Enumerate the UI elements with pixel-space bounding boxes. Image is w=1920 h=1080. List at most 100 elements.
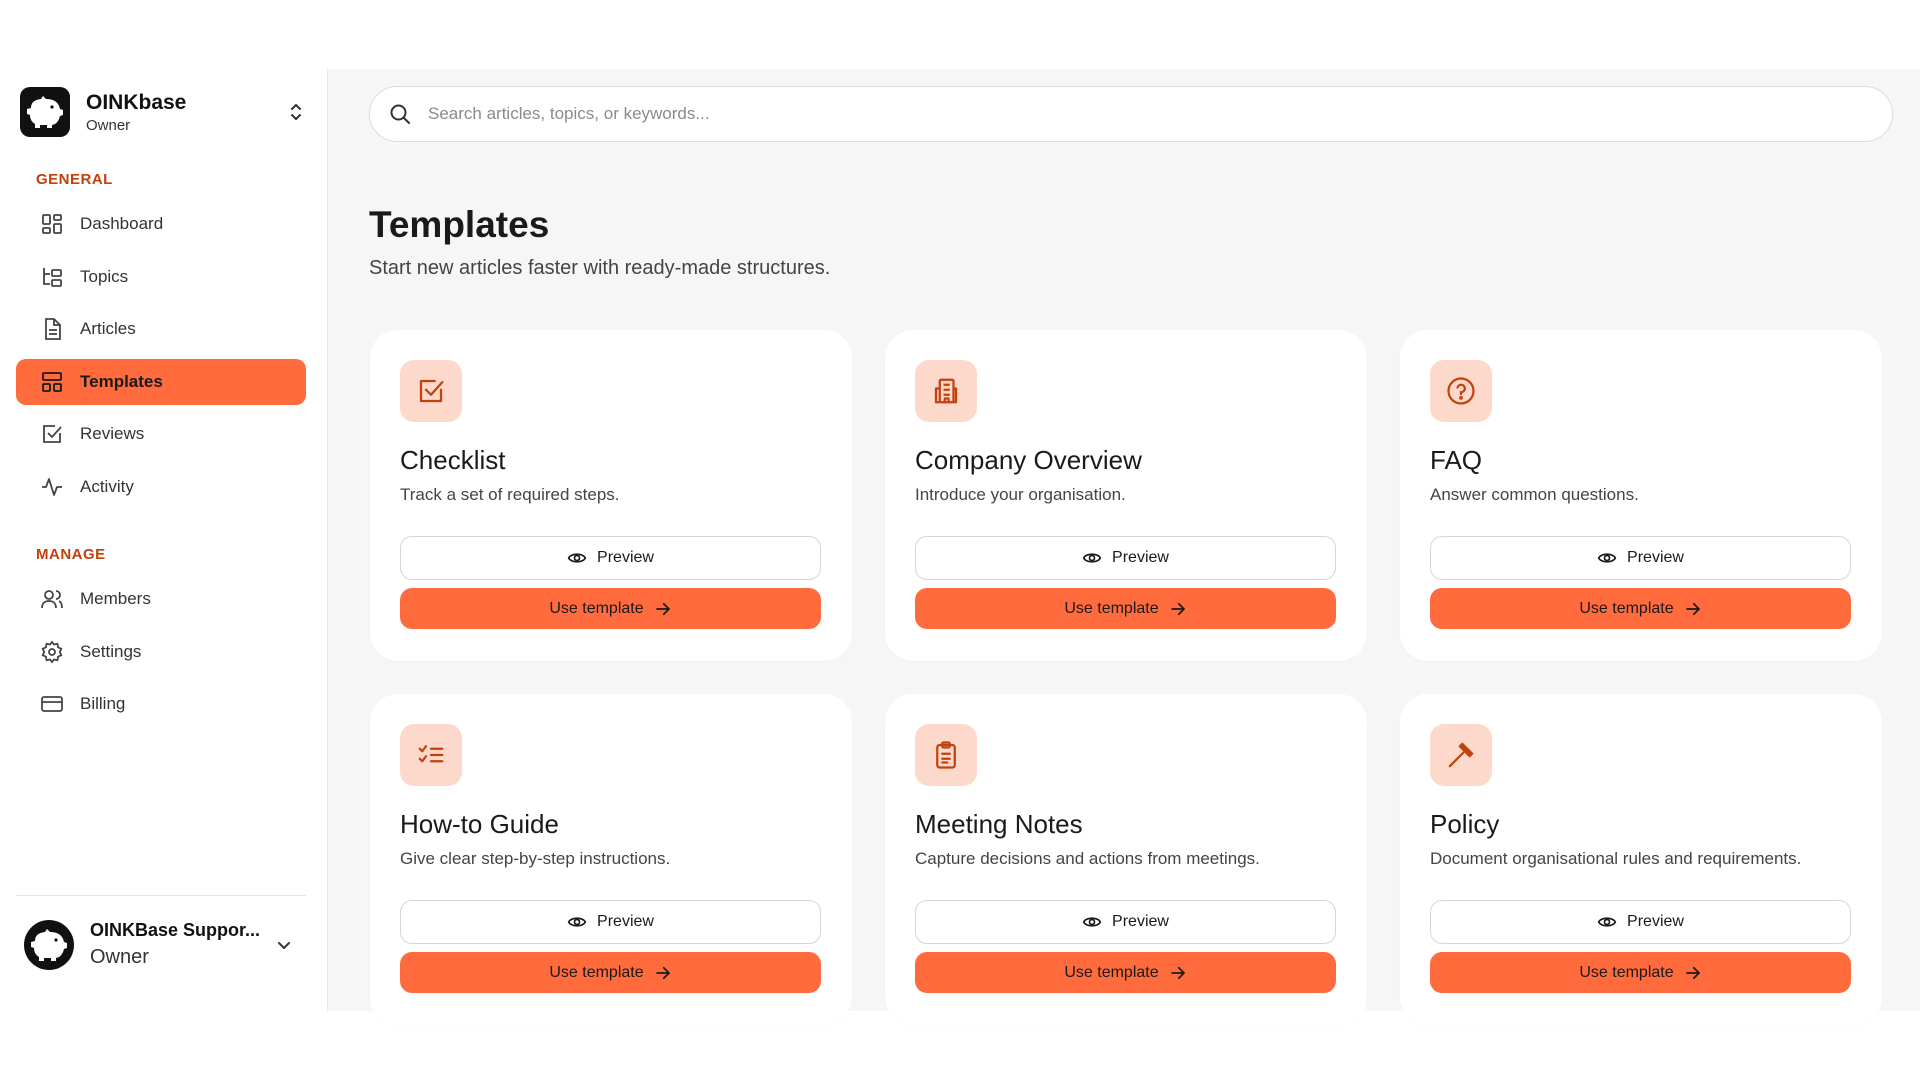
preview-label: Preview xyxy=(1112,549,1169,566)
question-circle-icon xyxy=(1430,360,1492,422)
sidebar-item-dashboard[interactable]: Dashboard xyxy=(16,201,306,247)
preview-button[interactable]: Preview xyxy=(400,900,821,944)
template-description: Answer common questions. xyxy=(1430,485,1639,504)
sidebar-item-label: Members xyxy=(80,589,151,608)
sidebar-item-settings[interactable]: Settings xyxy=(16,629,306,675)
nav-general: Dashboard Topics Articles Templates Revi… xyxy=(16,201,306,516)
activity-icon xyxy=(42,477,62,496)
template-card: Meeting Notes Capture decisions and acti… xyxy=(885,694,1367,1025)
chevron-down-icon[interactable] xyxy=(272,933,296,957)
search-bar[interactable] xyxy=(369,86,1893,142)
template-card: How-to Guide Give clear step-by-step ins… xyxy=(370,694,852,1025)
template-title: FAQ xyxy=(1430,445,1483,475)
preview-button[interactable]: Preview xyxy=(1430,536,1851,580)
use-template-label: Use template xyxy=(549,599,644,617)
pig-logo-icon xyxy=(20,87,70,137)
sidebar-item-label: Templates xyxy=(80,371,163,391)
user-name: OINKBase Suppor... xyxy=(90,920,261,940)
sidebar: OINKbase Owner GENERAL Dashboard Topics … xyxy=(0,69,328,1011)
search-icon xyxy=(390,104,410,124)
sidebar-item-topics[interactable]: Topics xyxy=(16,254,306,300)
use-template-button[interactable]: Use template xyxy=(400,588,821,629)
template-description: Document organisational rules and requir… xyxy=(1430,849,1802,868)
use-template-button[interactable]: Use template xyxy=(1430,952,1851,993)
app-window: OINKbase Owner GENERAL Dashboard Topics … xyxy=(0,69,1920,1025)
template-description: Capture decisions and actions from meeti… xyxy=(915,849,1260,868)
chevron-up-down-icon[interactable] xyxy=(284,100,308,124)
sidebar-item-reviews[interactable]: Reviews xyxy=(16,411,306,457)
use-template-label: Use template xyxy=(549,963,644,981)
main-content: Templates Start new articles faster with… xyxy=(328,69,1920,1025)
template-title: Policy xyxy=(1430,809,1500,839)
eye-icon xyxy=(1082,917,1102,927)
use-template-button[interactable]: Use template xyxy=(915,952,1336,993)
template-title: Checklist xyxy=(400,445,506,475)
sidebar-item-label: Billing xyxy=(80,694,126,713)
users-icon xyxy=(41,590,63,609)
arrow-right-icon xyxy=(655,966,670,979)
page-subtitle: Start new articles faster with ready-mad… xyxy=(369,257,831,279)
use-template-button[interactable]: Use template xyxy=(915,588,1336,629)
gavel-icon xyxy=(1430,724,1492,786)
preview-label: Preview xyxy=(597,913,654,930)
building-icon xyxy=(915,360,977,422)
template-title: How-to Guide xyxy=(400,809,559,839)
nav-manage: Members Settings Billing xyxy=(16,576,306,734)
sidebar-item-activity[interactable]: Activity xyxy=(16,464,306,510)
clipboard-icon xyxy=(915,724,977,786)
arrow-right-icon xyxy=(1170,602,1185,615)
credit-card-icon xyxy=(41,696,63,712)
eye-icon xyxy=(1597,553,1617,563)
arrow-right-icon xyxy=(655,602,670,615)
template-description: Track a set of required steps. xyxy=(400,485,620,504)
sidebar-item-label: Settings xyxy=(80,641,142,661)
gear-icon xyxy=(41,640,63,663)
arrow-right-icon xyxy=(1170,966,1185,979)
sidebar-item-templates[interactable]: Templates xyxy=(16,358,306,405)
section-label-general: GENERAL xyxy=(36,171,113,188)
checkbox-icon xyxy=(400,360,462,422)
preview-button[interactable]: Preview xyxy=(1430,900,1851,944)
search-input[interactable] xyxy=(428,104,1828,124)
list-checks-icon xyxy=(400,724,462,786)
eye-icon xyxy=(567,917,587,927)
template-description: Introduce your organisation. xyxy=(915,485,1126,504)
templates-grid: Checklist Track a set of required steps.… xyxy=(370,330,1894,1025)
preview-button[interactable]: Preview xyxy=(915,536,1336,580)
use-template-label: Use template xyxy=(1579,963,1674,981)
use-template-label: Use template xyxy=(1064,599,1159,617)
preview-button[interactable]: Preview xyxy=(400,536,821,580)
template-title: Company Overview xyxy=(915,445,1142,475)
preview-label: Preview xyxy=(597,549,654,566)
use-template-button[interactable]: Use template xyxy=(1430,588,1851,629)
user-menu[interactable]: OINKBase Suppor... Owner xyxy=(16,895,306,993)
eye-icon xyxy=(1597,917,1617,927)
eye-icon xyxy=(1082,553,1102,563)
template-card: FAQ Answer common questions. Preview Use… xyxy=(1400,330,1882,661)
template-title: Meeting Notes xyxy=(915,809,1083,839)
arrow-right-icon xyxy=(1685,966,1700,979)
workspace-role: Owner xyxy=(86,116,131,134)
template-card: Checklist Track a set of required steps.… xyxy=(370,330,852,661)
sidebar-item-billing[interactable]: Billing xyxy=(16,681,306,727)
use-template-label: Use template xyxy=(1064,963,1159,981)
user-role: Owner xyxy=(90,946,149,968)
preview-label: Preview xyxy=(1627,913,1684,930)
page-title: Templates xyxy=(369,204,550,245)
sidebar-item-label: Reviews xyxy=(80,424,145,443)
topics-icon xyxy=(43,267,62,287)
workspace-switcher[interactable]: OINKbase Owner xyxy=(20,85,308,139)
preview-button[interactable]: Preview xyxy=(915,900,1336,944)
use-template-button[interactable]: Use template xyxy=(400,952,821,993)
template-card: Policy Document organisational rules and… xyxy=(1400,694,1882,1025)
sidebar-item-members[interactable]: Members xyxy=(16,576,306,622)
sidebar-item-articles[interactable]: Articles xyxy=(16,306,306,352)
workspace-name: OINKbase xyxy=(86,90,187,114)
document-icon xyxy=(45,318,61,340)
use-template-label: Use template xyxy=(1579,599,1674,617)
template-card: Company Overview Introduce your organisa… xyxy=(885,330,1367,661)
sidebar-item-label: Dashboard xyxy=(80,214,164,233)
eye-icon xyxy=(567,553,587,563)
template-description: Give clear step-by-step instructions. xyxy=(400,849,671,868)
preview-label: Preview xyxy=(1112,913,1169,930)
